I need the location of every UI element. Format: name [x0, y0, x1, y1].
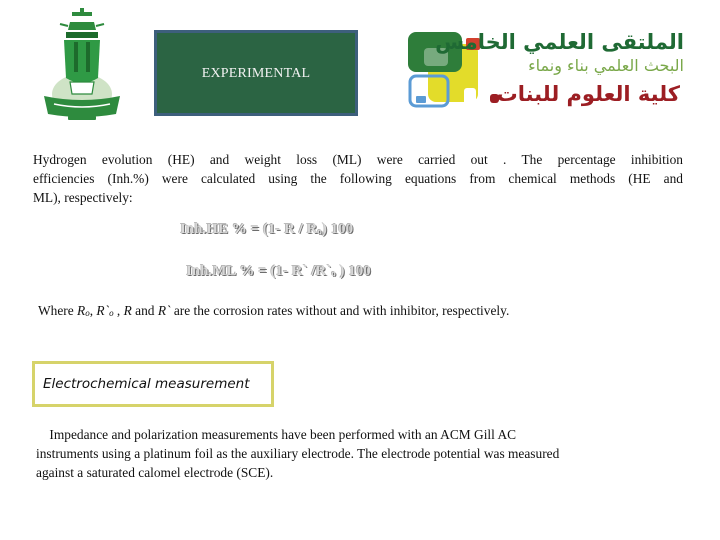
university-logo — [40, 8, 124, 126]
section-heading-box: Electrochemical measurement — [32, 361, 274, 407]
method-paragraph: Impedance and polarization measurements … — [36, 425, 686, 482]
college-name: كلية العلوم للبنات — [496, 82, 680, 106]
where-suffix: are the corrosion rates without and with… — [170, 303, 510, 318]
university-crest-icon — [44, 8, 120, 120]
equation-lhs: Inh.ML % = (1- R` /R` — [186, 263, 332, 279]
forum-subtitle: البحث العلمي بناء ونماء — [528, 56, 684, 75]
intro-line: efficiencies (Inh.%) were calculated usi… — [33, 171, 683, 186]
equation-inh-ml: Inh.ML % = (1- R` /R`o ) 100 — [186, 263, 371, 280]
bullet-dot — [490, 94, 499, 103]
page-title: EXPERIMENTAL — [201, 66, 311, 81]
intro-line: ML), respectively: — [33, 190, 133, 205]
forum-title: الملتقى العلمي الخامس — [435, 30, 684, 54]
section-heading: Electrochemical measurement — [43, 376, 250, 392]
var-r0: R — [77, 303, 86, 318]
equation-rhs: ) 100 — [321, 221, 354, 237]
equation-rhs: ) 100 — [335, 263, 371, 279]
intro-line: Hydrogen evolution (HE) and weight loss … — [33, 152, 683, 167]
conjunction: and — [131, 303, 158, 318]
intro-paragraph: Hydrogen evolution (HE) and weight loss … — [33, 150, 683, 207]
var-rprime: R` — [157, 303, 171, 318]
equation-inh-he: Inh.HE % = (1- R / Ro) 100 — [180, 221, 353, 238]
var-r: R — [123, 303, 132, 318]
forum-logo: الملتقى العلمي الخامس البحث العلمي بناء … — [406, 26, 690, 112]
separator: , — [113, 303, 124, 318]
where-prefix: Where — [38, 303, 78, 318]
var-rprime0: R` — [96, 303, 110, 318]
method-line: Impedance and polarization measurements … — [36, 427, 517, 442]
variable-definitions: Where Ro, R`o , R and R` are the corrosi… — [38, 303, 509, 319]
method-line: instruments using a platinum foil as the… — [36, 446, 560, 461]
equation-lhs: Inh.HE % = (1- R / R — [180, 221, 318, 237]
section-title-box: EXPERIMENTAL — [154, 30, 358, 116]
method-line: against a saturated calomel electrode (S… — [36, 465, 274, 480]
